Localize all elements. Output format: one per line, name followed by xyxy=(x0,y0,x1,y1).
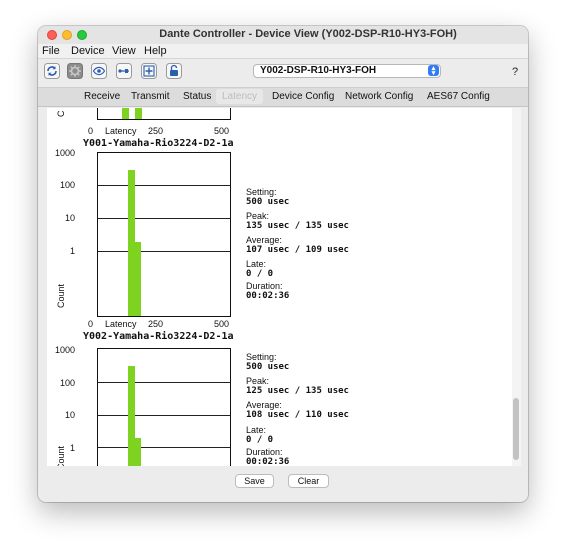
clear-button[interactable]: Clear xyxy=(288,474,329,488)
latency-histogram xyxy=(97,348,231,466)
gridline xyxy=(98,218,230,219)
menu-help[interactable]: Help xyxy=(144,45,167,57)
tab-latency[interactable]: Latency xyxy=(216,89,264,104)
help-button[interactable]: ? xyxy=(512,66,518,78)
setting-label: Setting: xyxy=(246,187,277,197)
tab-receive[interactable]: Receive xyxy=(84,91,120,102)
chart-ylabel: Count xyxy=(56,283,66,308)
partial-chart-xlabel: Latency xyxy=(105,126,137,136)
device-select-value: Y002-DSP-R10-HY3-FOH xyxy=(260,65,377,76)
refresh-icon[interactable] xyxy=(43,62,61,79)
device-title: Y001-Yamaha-Rio3224-D2-1a xyxy=(83,138,234,149)
lock-icon[interactable] xyxy=(165,62,183,79)
late-value: 0 / 0 xyxy=(246,269,274,279)
tab-bar: Receive Transmit Status Latency Device C… xyxy=(38,87,528,107)
peak-value: 125 usec / 135 usec xyxy=(246,386,349,396)
chart-xtick: 250 xyxy=(148,319,164,329)
close-window-button[interactable] xyxy=(47,30,57,40)
partial-chart-xtick: 250 xyxy=(148,126,164,136)
partial-chart-bar xyxy=(122,108,129,119)
duration-value: 00:02:36 xyxy=(246,457,290,466)
latency-panel: C 0 Latency 250 500 Y001-Yamaha-Rio3224-… xyxy=(47,108,512,466)
duration-label: Duration: xyxy=(246,281,283,291)
chart-ytick: 100 xyxy=(59,378,75,388)
gridline xyxy=(98,447,230,448)
chart-ytick: 1 xyxy=(69,246,75,256)
duration-value: 00:02:36 xyxy=(246,291,290,301)
chart-ytick: 1000 xyxy=(54,345,75,355)
late-label: Late: xyxy=(246,259,267,269)
menu-bar: File Device View Help xyxy=(38,44,528,59)
vertical-scrollbar[interactable] xyxy=(512,108,521,466)
chart-ytick: 1000 xyxy=(54,148,75,158)
late-value: 0 / 0 xyxy=(246,435,274,445)
setting-value: 500 usec xyxy=(246,362,290,372)
gridline xyxy=(98,415,230,416)
chart-ylabel: Count xyxy=(56,445,66,466)
tab-status[interactable]: Status xyxy=(183,91,211,102)
chart-ytick: 10 xyxy=(64,410,75,420)
menu-file[interactable]: File xyxy=(42,45,60,57)
average-label: Average: xyxy=(246,400,282,410)
partial-chart-xtick: 0 xyxy=(88,126,94,136)
chart-xtick: 0 xyxy=(88,319,94,329)
peak-label: Peak: xyxy=(246,211,270,221)
device-title: Y002-Yamaha-Rio3224-D2-1a xyxy=(83,331,234,342)
chart-xtick: 500 xyxy=(214,319,230,329)
gridline xyxy=(98,382,230,383)
average-value: 108 usec / 110 usec xyxy=(246,410,349,420)
connect-icon[interactable] xyxy=(115,62,133,79)
title-bar: Dante Controller - Device View (Y002-DSP… xyxy=(38,26,528,44)
peak-value: 135 usec / 135 usec xyxy=(246,221,349,231)
chevron-updown-icon: ▴ ▾ xyxy=(428,65,439,77)
menu-device[interactable]: Device xyxy=(71,45,105,57)
minimize-window-button[interactable] xyxy=(62,30,72,40)
tab-network-config[interactable]: Network Config xyxy=(345,91,413,102)
latency-histogram xyxy=(97,152,231,317)
partial-chart-bar xyxy=(135,108,142,119)
average-label: Average: xyxy=(246,235,282,245)
gridline xyxy=(98,185,230,186)
menu-view[interactable]: View xyxy=(112,45,136,57)
gridline xyxy=(98,251,230,252)
setting-label: Setting: xyxy=(246,352,277,362)
tab-aes67-config[interactable]: AES67 Config xyxy=(427,91,490,102)
gear-icon[interactable] xyxy=(66,62,84,79)
zoom-window-button[interactable] xyxy=(77,30,87,40)
late-label: Late: xyxy=(246,425,267,435)
scrollbar-thumb[interactable] xyxy=(513,398,519,460)
tab-device-config[interactable]: Device Config xyxy=(272,91,334,102)
toolbar: Y002-DSP-R10-HY3-FOH ▴ ▾ ? xyxy=(38,59,528,83)
window-title: Dante Controller - Device View (Y002-DSP… xyxy=(159,28,457,40)
device-select[interactable]: Y002-DSP-R10-HY3-FOH ▴ ▾ xyxy=(253,64,441,78)
peak-label: Peak: xyxy=(246,376,270,386)
add-icon[interactable] xyxy=(140,62,158,79)
setting-value: 500 usec xyxy=(246,197,290,207)
average-value: 107 usec / 109 usec xyxy=(246,245,349,255)
duration-label: Duration: xyxy=(246,447,283,457)
histogram-bar xyxy=(134,438,141,466)
chart-xlabel: Latency xyxy=(105,319,137,329)
eye-icon[interactable] xyxy=(90,62,108,79)
histogram-bar xyxy=(134,242,141,316)
chart-ytick: 100 xyxy=(59,180,75,190)
save-button[interactable]: Save xyxy=(235,474,274,488)
partial-chart-ylabel: C xyxy=(56,110,66,118)
partial-chart-plot xyxy=(97,108,231,120)
app-window: Dante Controller - Device View (Y002-DSP… xyxy=(38,26,528,502)
chart-ytick: 10 xyxy=(64,213,75,223)
partial-chart-xtick: 500 xyxy=(214,126,230,136)
bottom-bar: Save Clear xyxy=(38,467,528,502)
tab-transmit[interactable]: Transmit xyxy=(131,91,170,102)
